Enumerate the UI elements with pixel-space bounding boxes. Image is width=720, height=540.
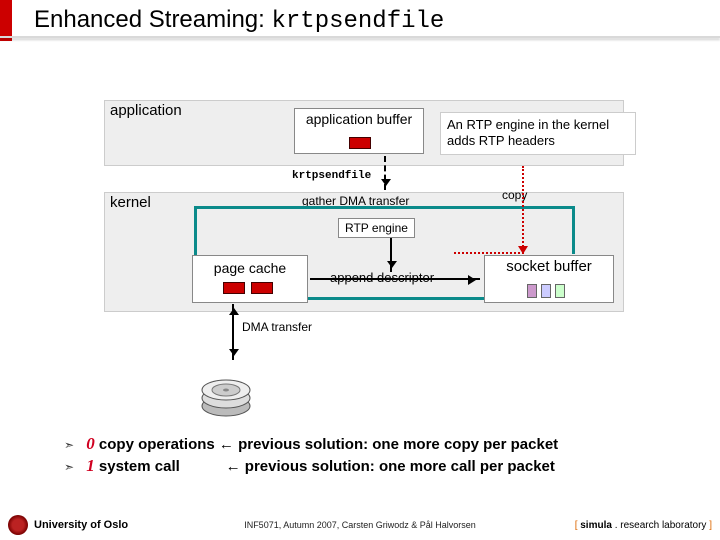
bullet-1-count: 0 (86, 434, 95, 453)
chevron-icon: ➣ (64, 438, 74, 452)
lab-simula: simula (580, 520, 612, 531)
page-cache-box: page cache (192, 255, 308, 303)
label-application: application (110, 102, 182, 119)
title-prefix: Enhanced Streaming: (34, 6, 271, 33)
lab-label: [ simula . research laboratory ] (575, 520, 712, 531)
copy-arrow-icon (454, 166, 524, 254)
data-chunk-icon (349, 137, 371, 149)
lab-rest: . research laboratory (612, 520, 707, 531)
data-chunk-icon (251, 282, 273, 294)
krtpsendfile-label: krtpsendfile (292, 170, 371, 182)
descriptor-icon (555, 284, 565, 298)
diagram: application kernel application buffer An… (104, 100, 624, 340)
socket-buffer-box: socket buffer (484, 255, 614, 303)
arrow-rtp-down-icon (390, 238, 392, 272)
slide-title: Enhanced Streaming: krtpsendfile (0, 0, 720, 41)
title-underline (0, 36, 720, 38)
title-mono: krtpsendfile (271, 8, 444, 35)
bullet-1-text: copy operations ← previous solution: one… (95, 436, 558, 453)
arrow-dma-icon (232, 304, 234, 360)
data-chunk-icon (223, 282, 245, 294)
descriptor-icon (527, 284, 537, 298)
uio-crest-icon (8, 515, 28, 535)
dma-transfer-label: DMA transfer (242, 320, 312, 334)
application-buffer-label: application buffer (306, 111, 412, 127)
disk-drive-icon (200, 370, 252, 418)
descriptor-icon (541, 284, 551, 298)
label-kernel: kernel (110, 194, 151, 211)
course-label: INF5071, Autumn 2007, Carsten Griwodz & … (244, 520, 476, 530)
chevron-icon: ➣ (64, 460, 74, 474)
bracket-r: ] (706, 520, 712, 531)
bullet-1: ➣ 0 copy operations ← previous solution:… (64, 434, 558, 454)
arrow-krt-down-icon (384, 156, 386, 190)
bullet-2-count: 1 (86, 456, 95, 475)
note-box: An RTP engine in the kernel adds RTP hea… (440, 112, 636, 155)
footer: University of Oslo INF5071, Autumn 2007,… (0, 514, 720, 536)
teal-vert-icon (572, 206, 575, 254)
page-cache-label: page cache (214, 260, 286, 276)
arrow-append-icon (310, 278, 480, 280)
socket-buffer-label: socket buffer (506, 258, 592, 275)
rtp-engine-box: RTP engine (338, 218, 415, 238)
bullet-list: ➣ 0 copy operations ← previous solution:… (64, 434, 558, 478)
university-label: University of Oslo (34, 519, 128, 531)
bullet-2: ➣ 1 system call ← previous solution: one… (64, 456, 558, 476)
application-buffer-box: application buffer (294, 108, 424, 154)
bullet-2-text: system call ← previous solution: one mor… (95, 458, 555, 475)
